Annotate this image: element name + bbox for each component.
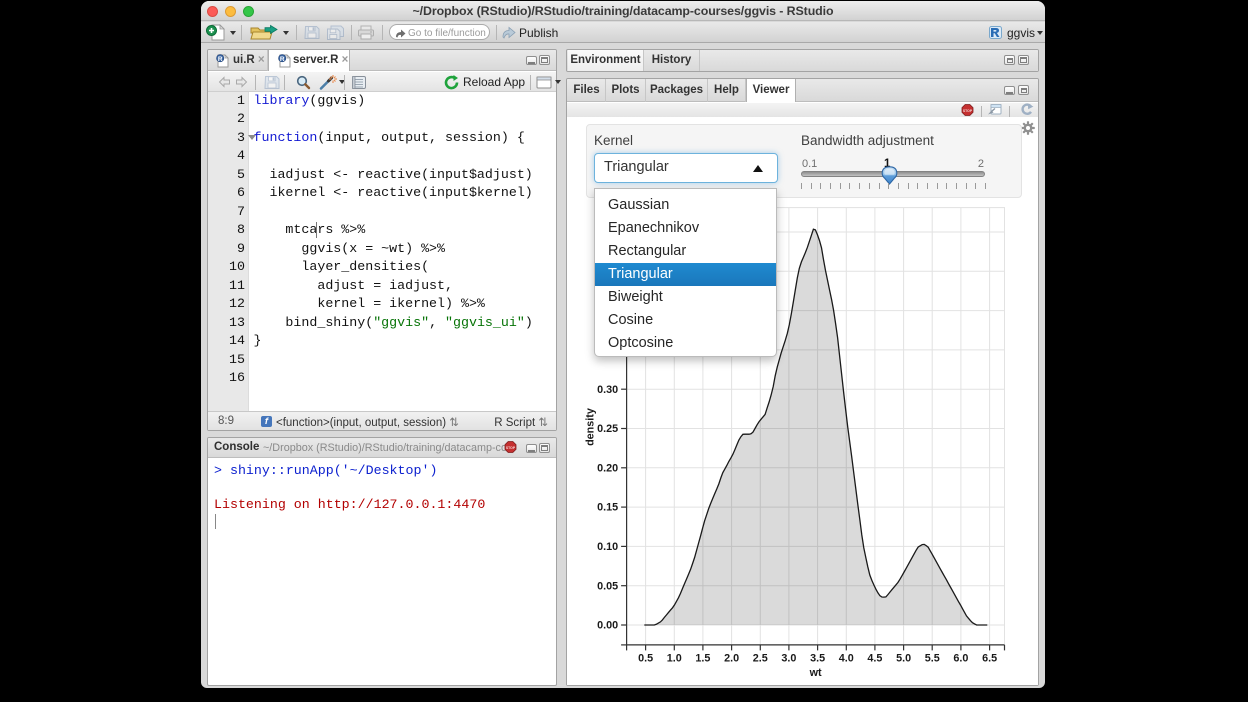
svg-text:R: R: [280, 55, 285, 62]
svg-text:2.0: 2.0: [724, 652, 739, 664]
svg-text:1.5: 1.5: [695, 652, 710, 664]
svg-text:wt: wt: [809, 667, 822, 679]
svg-text:0.00: 0.00: [597, 620, 618, 632]
svg-text:2.5: 2.5: [753, 652, 768, 664]
svg-text:0.15: 0.15: [597, 502, 618, 514]
svg-text:1.0: 1.0: [667, 652, 682, 664]
svg-text:4.0: 4.0: [839, 652, 854, 664]
svg-text:3.0: 3.0: [781, 652, 796, 664]
svg-text:4.5: 4.5: [867, 652, 882, 664]
svg-text:3.5: 3.5: [810, 652, 825, 664]
svg-text:6.5: 6.5: [982, 652, 997, 664]
svg-text:5.5: 5.5: [925, 652, 940, 664]
svg-text:0.25: 0.25: [597, 423, 618, 435]
svg-text:R: R: [218, 55, 223, 62]
svg-text:density: density: [585, 408, 597, 446]
svg-text:6.0: 6.0: [953, 652, 968, 664]
svg-text:5.0: 5.0: [896, 652, 911, 664]
svg-text:0.30: 0.30: [597, 384, 618, 396]
svg-text:0.05: 0.05: [597, 580, 618, 592]
svg-text:STOP: STOP: [963, 109, 973, 113]
svg-text:STOP: STOP: [506, 446, 516, 450]
svg-text:0.5: 0.5: [638, 652, 653, 664]
svg-text:0.10: 0.10: [597, 541, 618, 553]
svg-text:0.20: 0.20: [597, 462, 618, 474]
